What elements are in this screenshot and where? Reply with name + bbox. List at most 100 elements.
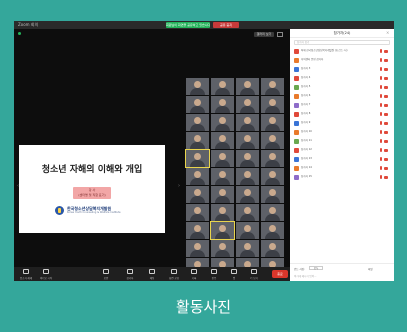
- participant-video-tile[interactable]: [185, 149, 210, 168]
- participant-video-tile[interactable]: [211, 186, 234, 203]
- participant-video-tile[interactable]: [236, 240, 259, 257]
- mic-muted-icon: [380, 76, 382, 80]
- camera-off-icon: [384, 166, 388, 170]
- participant-video-tile[interactable]: [186, 114, 209, 131]
- toolbar-button[interactable]: 비디오 시작: [38, 268, 54, 280]
- toolbar-button-label: 채팅: [149, 277, 155, 280]
- camera-off-icon: [384, 67, 388, 71]
- participant-video-tile[interactable]: [186, 132, 209, 149]
- participant-video-tile[interactable]: [236, 78, 259, 95]
- app-title: Zoom 회의: [18, 22, 39, 27]
- participant-video-tile[interactable]: [261, 132, 284, 149]
- participant-row[interactable]: 참가자 6: [294, 93, 390, 99]
- participant-row[interactable]: 참가자 13: [294, 156, 390, 162]
- toolbar-button[interactable]: 화면 공유: [166, 268, 182, 280]
- page-next-icon[interactable]: ›: [178, 183, 180, 189]
- participant-video-tile[interactable]: [186, 96, 209, 113]
- chat-recipient-select[interactable]: 모두: [309, 266, 323, 270]
- participant-video-tile[interactable]: [236, 222, 259, 239]
- participant-name: 참가자 7: [301, 103, 311, 106]
- toolbar-button[interactable]: 보안: [98, 268, 114, 280]
- mic-muted-icon: [380, 130, 382, 134]
- participant-search-input[interactable]: 참가자 찾기: [294, 40, 390, 45]
- gallery-view-button[interactable]: 갤러리 보기: [254, 32, 274, 37]
- toolbar-button[interactable]: 참가자: [122, 268, 138, 280]
- toolbar-button-label: 더 보기: [250, 277, 258, 280]
- shared-slide: 청소년 자해의 이해와 개입 강 사 (센터명 및 직함 표기) 한국청소년상담…: [19, 145, 165, 233]
- participant-video-tile[interactable]: [261, 96, 284, 113]
- avatar: [294, 156, 299, 162]
- participant-row[interactable]: 참가자 11: [294, 138, 390, 144]
- participant-row[interactable]: 참가자 10: [294, 129, 390, 135]
- file-button[interactable]: 파일: [368, 267, 373, 271]
- participant-row[interactable]: 지역센터 운영 참가자: [294, 57, 390, 63]
- stop-share-button[interactable]: 공유 중지: [213, 22, 239, 28]
- toolbar-button[interactable]: 더 보기: [246, 268, 262, 280]
- participant-row[interactable]: 참가자 4: [294, 75, 390, 81]
- participant-video-tile[interactable]: [236, 150, 259, 167]
- participant-video-tile[interactable]: [236, 186, 259, 203]
- avatar: [294, 66, 299, 72]
- participant-video-tile[interactable]: [186, 186, 209, 203]
- org-name-en: Korea Youth Counseling & Welfare Institu…: [67, 211, 121, 214]
- participant-row[interactable]: 참가자 5: [294, 84, 390, 90]
- participant-video-tile[interactable]: [211, 96, 234, 113]
- end-meeting-button[interactable]: 종료: [272, 270, 288, 278]
- page-prev-icon[interactable]: ‹: [17, 183, 19, 189]
- mic-muted-icon: [380, 103, 382, 107]
- participant-video-tile[interactable]: [211, 168, 234, 185]
- mic-muted-icon: [380, 85, 382, 89]
- participant-video-tile[interactable]: [211, 114, 234, 131]
- participant-video-tile[interactable]: [186, 204, 209, 221]
- participant-video-tile[interactable]: [236, 114, 259, 131]
- participant-row[interactable]: 참가자 9: [294, 120, 390, 126]
- toolbar-button[interactable]: 채팅: [144, 268, 160, 280]
- toolbar-button[interactable]: 반응: [206, 268, 222, 280]
- photo-caption: 활동사진: [175, 298, 232, 316]
- participant-video-tile[interactable]: [261, 240, 284, 257]
- participant-video-tile[interactable]: [186, 78, 209, 95]
- participant-name: 참가자 11: [301, 139, 312, 142]
- participant-video-tile[interactable]: [261, 204, 284, 221]
- participant-video-tile[interactable]: [211, 78, 234, 95]
- panel-title: 참가자(24): [333, 31, 351, 35]
- participant-video-tile[interactable]: [261, 186, 284, 203]
- participant-video-tile[interactable]: [236, 168, 259, 185]
- participant-row[interactable]: 참가자 7: [294, 102, 390, 108]
- participant-name: 지역센터 운영 참가자: [301, 58, 324, 61]
- participant-video-tile[interactable]: [211, 132, 234, 149]
- mic-muted-icon: [380, 58, 382, 62]
- camera-off-icon: [384, 94, 388, 98]
- participant-video-tile[interactable]: [211, 240, 234, 257]
- toolbar-button[interactable]: 앱: [226, 268, 242, 280]
- participant-video-tile[interactable]: [236, 132, 259, 149]
- participant-video-tile[interactable]: [261, 150, 284, 167]
- participant-video-tile[interactable]: [210, 221, 235, 240]
- close-icon[interactable]: ×: [386, 30, 389, 35]
- toolbar-button[interactable]: 음소거 해제: [18, 268, 34, 280]
- shield-icon[interactable]: [18, 32, 21, 35]
- participant-row[interactable]: 참가자 12: [294, 147, 390, 153]
- participant-video-tile[interactable]: [211, 204, 234, 221]
- avatar: [294, 93, 299, 99]
- participant-video-tile[interactable]: [186, 168, 209, 185]
- toolbar-button[interactable]: 기록: [186, 268, 202, 280]
- participant-row[interactable]: 참가자 3: [294, 66, 390, 72]
- participant-row[interactable]: 참가자 14: [294, 165, 390, 171]
- participant-video-tile[interactable]: [236, 96, 259, 113]
- participant-video-tile[interactable]: [186, 222, 209, 239]
- fullscreen-icon[interactable]: [277, 32, 283, 37]
- mic-muted-icon: [380, 94, 382, 98]
- participant-video-tile[interactable]: [186, 240, 209, 257]
- participant-video-tile[interactable]: [261, 168, 284, 185]
- participant-video-tile[interactable]: [211, 150, 234, 167]
- participant-video-tile[interactable]: [261, 78, 284, 95]
- chat-message-input[interactable]: 여기에 메시지 입력...: [294, 274, 316, 278]
- participant-row[interactable]: 참가자 15: [294, 174, 390, 180]
- participants-panel: 참가자(24) × 참가자 찾기 최재 한국청소년상담복지개발원 (호스트, 나…: [290, 29, 394, 281]
- participant-row[interactable]: 최재 한국청소년상담복지개발원 (호스트, 나): [294, 48, 390, 54]
- participant-video-tile[interactable]: [236, 204, 259, 221]
- participant-row[interactable]: 참가자 8: [294, 111, 390, 117]
- participant-video-tile[interactable]: [261, 222, 284, 239]
- participant-video-tile[interactable]: [261, 114, 284, 131]
